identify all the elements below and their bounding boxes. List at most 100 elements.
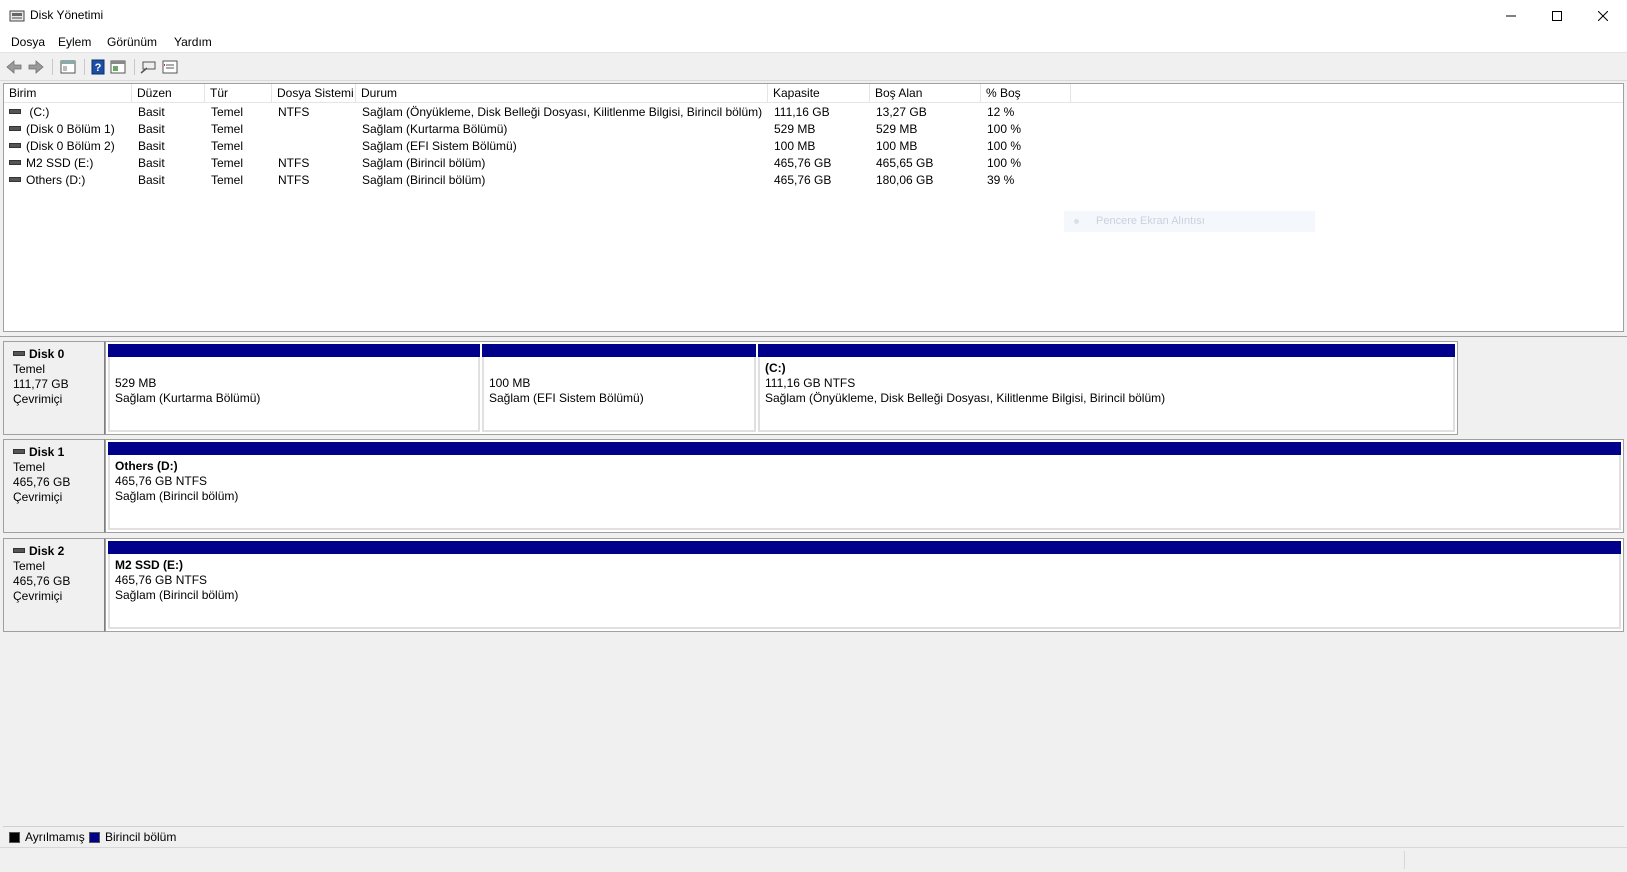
volume-row[interactable]: (C:) Basit Temel NTFS Sağlam (Önyükleme,…	[4, 104, 1623, 121]
disk-size: 465,76 GB	[13, 475, 71, 489]
column-header-duzen[interactable]: Düzen	[132, 84, 205, 103]
volume-filesystem: NTFS	[278, 173, 310, 187]
volume-name: (Disk 0 Bölüm 1)	[26, 122, 115, 136]
volume-layout: Basit	[138, 156, 165, 170]
column-header-dosya-sistemi[interactable]: Dosya Sistemi	[272, 84, 356, 103]
connect-button[interactable]	[138, 57, 158, 77]
partition-status: Sağlam (Önyükleme, Disk Belleği Dosyası,…	[765, 391, 1166, 405]
partition-color-bar	[758, 344, 1455, 357]
status-bar	[0, 847, 1627, 872]
volume-type: Temel	[211, 173, 244, 187]
help-button[interactable]: ?	[88, 57, 108, 77]
volume-capacity: 100 MB	[774, 139, 816, 153]
disk-icon	[13, 351, 25, 357]
volume-row[interactable]: M2 SSD (E:) Basit Temel NTFS Sağlam (Bir…	[4, 155, 1623, 172]
drive-icon	[9, 126, 21, 132]
legend-item-primary: Birincil bölüm	[89, 830, 176, 844]
column-header-bos-alan[interactable]: Boş Alan	[870, 84, 981, 103]
toolbar-separator	[134, 59, 135, 75]
partition-block[interactable]: Others (D:) 465,76 GB NTFS Sağlam (Birin…	[108, 442, 1621, 530]
toolbar: ?	[0, 53, 1627, 81]
column-header-tur[interactable]: Tür	[205, 84, 272, 103]
partition-block[interactable]: M2 SSD (E:) 465,76 GB NTFS Sağlam (Birin…	[108, 541, 1621, 629]
menu-dosya[interactable]: Dosya	[11, 35, 45, 49]
menu-eylem[interactable]: Eylem	[58, 35, 91, 49]
drive-icon	[9, 109, 21, 115]
column-header-yuzde-bos[interactable]: % Boş	[981, 84, 1071, 103]
volume-row[interactable]: (Disk 0 Bölüm 2) Basit Temel Sağlam (EFI…	[4, 138, 1623, 155]
back-button[interactable]	[4, 57, 24, 77]
disk-type: Temel	[13, 460, 46, 474]
close-icon	[1598, 10, 1608, 21]
forward-button[interactable]	[26, 57, 46, 77]
column-header-kapasite[interactable]: Kapasite	[768, 84, 870, 103]
disk-partition-map: M2 SSD (E:) 465,76 GB NTFS Sağlam (Birin…	[105, 538, 1624, 632]
disk-status: Çevrimiçi	[13, 589, 63, 603]
volume-type: Temel	[211, 156, 244, 170]
volume-layout: Basit	[138, 122, 165, 136]
console-tree-button[interactable]	[58, 57, 78, 77]
volume-free-space: 100 MB	[876, 139, 918, 153]
settings-icon	[162, 60, 178, 74]
volume-type: Temel	[211, 122, 244, 136]
disk-row: Disk 2 Temel 465,76 GB Çevrimiçi M2 SSD …	[3, 538, 1624, 632]
volume-type: Temel	[211, 139, 244, 153]
toolbar-separator	[52, 59, 53, 75]
partition-name: Others (D:)	[115, 459, 178, 473]
properties-icon	[110, 60, 126, 74]
partition-block[interactable]: 100 MB Sağlam (EFI Sistem Bölümü)	[482, 344, 756, 432]
column-header-durum[interactable]: Durum	[356, 84, 768, 103]
minimize-button[interactable]	[1488, 0, 1534, 31]
console-tree-icon	[60, 60, 76, 74]
disk-name: Disk 1	[29, 445, 65, 459]
volume-free-space: 13,27 GB	[876, 105, 927, 119]
volume-percent-free: 100 %	[987, 139, 1022, 153]
disk-label[interactable]: Disk 0 Temel 111,77 GB Çevrimiçi	[3, 341, 105, 435]
partition-color-bar	[108, 442, 1621, 455]
legend-label: Birincil bölüm	[105, 830, 177, 844]
status-bar-divider	[1404, 851, 1405, 869]
volume-free-space: 529 MB	[876, 122, 918, 136]
menu-yardim[interactable]: Yardım	[174, 35, 212, 49]
menu-gorunum[interactable]: Görünüm	[107, 35, 157, 49]
volume-list-header: Birim Düzen Tür Dosya Sistemi Durum Kapa…	[4, 84, 1623, 103]
partition-block[interactable]: 529 MB Sağlam (Kurtarma Bölümü)	[108, 344, 480, 432]
partition-size: 465,76 GB NTFS	[115, 573, 208, 587]
disk-status: Çevrimiçi	[13, 490, 63, 504]
legend-swatch	[9, 831, 20, 843]
maximize-button[interactable]	[1534, 0, 1580, 31]
disk-icon	[13, 449, 25, 455]
close-button[interactable]	[1580, 0, 1626, 31]
partition-block[interactable]: (C:) 111,16 GB NTFS Sağlam (Önyükleme, D…	[758, 344, 1455, 432]
volume-type: Temel	[211, 105, 244, 119]
disk-label[interactable]: Disk 2 Temel 465,76 GB Çevrimiçi	[3, 538, 105, 632]
window-title: Disk Yönetimi	[30, 8, 104, 22]
disk-map-area: Disk 0 Temel 111,77 GB Çevrimiçi 529 MB …	[3, 337, 1624, 825]
title-bar: Disk Yönetimi	[0, 0, 1627, 31]
volume-list: Birim Düzen Tür Dosya Sistemi Durum Kapa…	[3, 83, 1624, 332]
disk-row: Disk 0 Temel 111,77 GB Çevrimiçi 529 MB …	[3, 341, 1624, 435]
partition-size: 111,16 GB NTFS	[765, 376, 856, 390]
forward-icon	[28, 60, 44, 74]
partition-name: (C:)	[765, 361, 786, 375]
column-header-birim[interactable]: Birim	[4, 84, 132, 103]
disk-type: Temel	[13, 362, 46, 376]
partition-status: Sağlam (Birincil bölüm)	[115, 588, 239, 602]
properties-button[interactable]	[108, 57, 128, 77]
disk-row: Disk 1 Temel 465,76 GB Çevrimiçi Others …	[3, 439, 1624, 533]
settings-button[interactable]	[160, 57, 180, 77]
volume-row[interactable]: Others (D:) Basit Temel NTFS Sağlam (Bir…	[4, 172, 1623, 189]
disk-label[interactable]: Disk 1 Temel 465,76 GB Çevrimiçi	[3, 439, 105, 533]
partition-size: 100 MB	[489, 376, 531, 390]
disk-status: Çevrimiçi	[13, 392, 63, 406]
volume-row[interactable]: (Disk 0 Bölüm 1) Basit Temel Sağlam (Kur…	[4, 121, 1623, 138]
partition-status: Sağlam (Birincil bölüm)	[115, 489, 239, 503]
disk-partition-map: Others (D:) 465,76 GB NTFS Sağlam (Birin…	[105, 439, 1624, 533]
svg-text:?: ?	[95, 62, 102, 74]
partition-name: M2 SSD (E:)	[115, 558, 184, 572]
partition-size: 529 MB	[115, 376, 157, 390]
legend: Ayrılmamış Birincil bölüm	[3, 826, 1624, 846]
volume-status: Sağlam (Birincil bölüm)	[362, 173, 486, 187]
volume-name: (C:)	[26, 105, 50, 119]
volume-free-space: 180,06 GB	[876, 173, 934, 187]
